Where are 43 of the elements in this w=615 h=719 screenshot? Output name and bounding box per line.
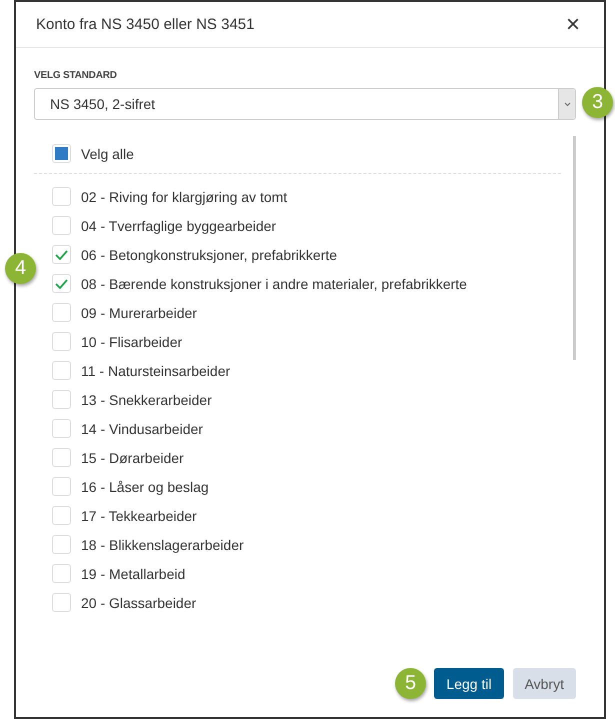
scrollbar[interactable] (573, 136, 576, 360)
checkbox[interactable] (52, 216, 71, 235)
checkbox[interactable] (52, 187, 71, 206)
select-all-checkbox[interactable] (52, 144, 71, 163)
checkbox-label: 14 - Vindusarbeider (81, 420, 203, 436)
checkmark-icon (55, 250, 68, 260)
checkbox[interactable] (52, 477, 71, 496)
checkbox[interactable] (52, 419, 71, 438)
checkbox-label: Velg alle (81, 146, 134, 162)
checkbox[interactable] (52, 390, 71, 409)
checkbox-label: 11 - Natursteinsarbeider (81, 362, 230, 378)
checkbox-label: 04 - Tverrfaglige byggearbeider (81, 218, 276, 234)
field-label: VELG STANDARD (34, 70, 118, 81)
checkbox[interactable] (52, 274, 71, 293)
dialog-title: Konto fra NS 3450 eller NS 3451 (36, 16, 254, 33)
checkbox-label: 15 - Dørarbeider (81, 450, 184, 466)
cancel-button[interactable]: Avbryt (512, 668, 576, 699)
checkbox[interactable] (52, 245, 71, 264)
checkbox-label: 08 - Bærende konstruksjoner i andre materialer, prefabrikkerte (81, 276, 467, 292)
checkbox[interactable] (52, 506, 71, 525)
checkbox[interactable] (52, 448, 71, 467)
checkbox-label: 20 - Glassarbeider (81, 594, 196, 610)
checkbox-label: 17 - Tekkearbeider (81, 508, 197, 524)
checkbox-label: 18 - Blikkenslagerarbeider (81, 536, 244, 552)
checkbox[interactable] (52, 593, 71, 612)
checkmark-icon (55, 278, 68, 288)
checkbox-label: 02 - Riving for klargjøring av tomt (81, 188, 288, 204)
checkbox-label: 16 - Låser og beslag (81, 478, 209, 494)
step-badge: 4 (5, 253, 36, 284)
standard-select[interactable]: NS 3450, 2-sifret (34, 88, 576, 120)
add-button[interactable]: Legg til (434, 668, 504, 699)
caret-icon (564, 102, 570, 106)
checkbox-label: 13 - Snekkerarbeider (81, 392, 212, 408)
checkbox[interactable] (52, 332, 71, 351)
close-button[interactable]: × (562, 12, 584, 36)
checkbox-label: 19 - Metallarbeid (81, 566, 186, 582)
checkbox[interactable] (52, 303, 71, 322)
checkbox[interactable] (52, 535, 71, 554)
checkbox-label: 09 - Murerarbeider (81, 304, 197, 320)
checkbox[interactable] (52, 361, 71, 380)
checkbox-label: 10 - Flisarbeider (81, 334, 182, 350)
checkbox[interactable] (52, 564, 71, 583)
checkbox-label: 06 - Betongkonstruksjoner, prefabrikkerte (81, 246, 338, 262)
